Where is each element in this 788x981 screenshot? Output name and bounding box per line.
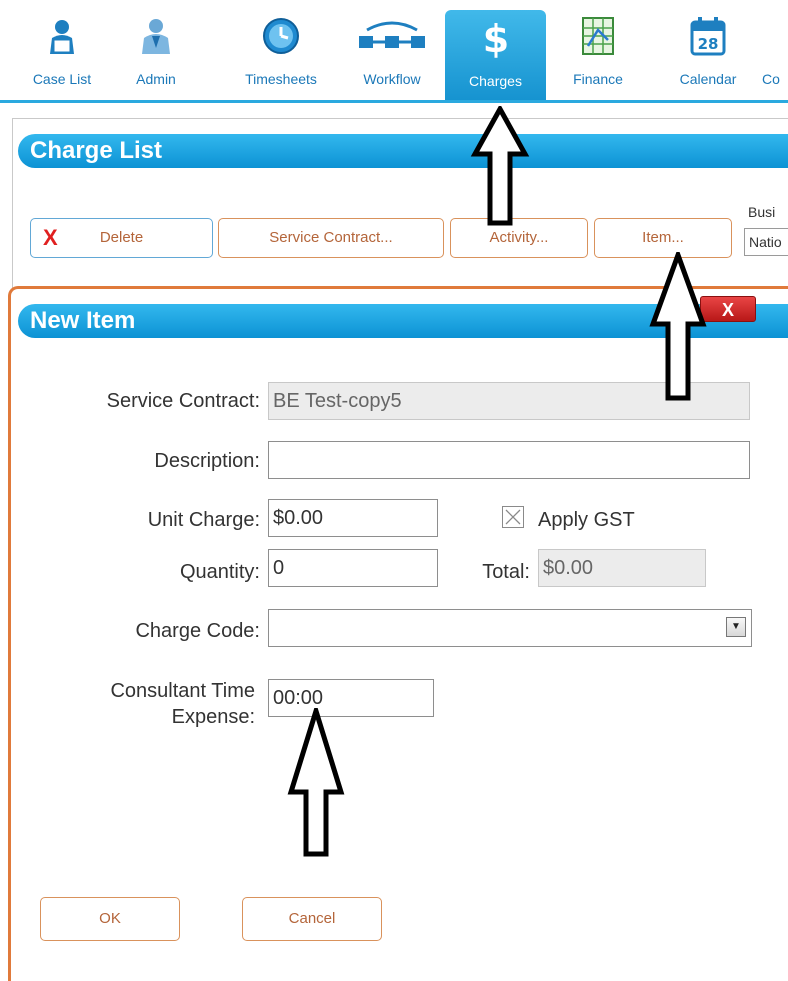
apply-gst-checkbox[interactable]	[502, 506, 524, 528]
nav-calendar[interactable]: 28 Calendar	[660, 8, 756, 98]
ok-button-label: OK	[99, 910, 121, 927]
service-contract-label: Service Contract:	[106, 390, 260, 412]
case-list-icon	[50, 20, 74, 54]
nav-admin[interactable]: Admin	[126, 8, 186, 98]
consultant-time-label-line1: Consultant Time	[110, 680, 255, 702]
business-select[interactable]: Natio	[744, 228, 788, 256]
total-label: Total:	[482, 561, 530, 583]
dollar-icon: $	[482, 18, 508, 58]
description-input[interactable]	[268, 441, 750, 479]
item-button[interactable]: Item...	[594, 218, 732, 258]
charge-list-title: Charge List	[18, 134, 788, 168]
nav-finance-label: Finance	[573, 71, 623, 87]
activity-button[interactable]: Activity...	[450, 218, 588, 258]
nav-case-list[interactable]: Case List	[14, 8, 110, 98]
nav-case-list-label: Case List	[32, 71, 92, 87]
service-contract-button[interactable]: Service Contract...	[218, 218, 444, 258]
chevron-down-icon[interactable]: ▼	[726, 617, 746, 637]
activity-button-label: Activity...	[489, 229, 549, 246]
service-contract-button-label: Service Contract...	[269, 229, 393, 246]
new-item-title: New Item	[18, 304, 788, 338]
quantity-label: Quantity:	[179, 561, 260, 583]
delete-label: Delete	[99, 229, 144, 246]
nav-co-label: Co	[762, 71, 780, 87]
calendar-icon: 28	[690, 17, 726, 56]
unit-charge-input[interactable]: $0.00	[268, 499, 438, 537]
nav-workflow[interactable]: Workflow	[346, 8, 438, 98]
item-button-label: Item...	[642, 229, 684, 246]
cancel-button-label: Cancel	[288, 910, 336, 927]
unit-charge-label: Unit Charge:	[147, 509, 260, 531]
close-button[interactable]: X	[700, 296, 756, 322]
nav-charges-label: Charges	[469, 73, 522, 89]
clock-icon	[263, 18, 299, 54]
top-navigation: Case List Admin Timesheets Workflow $ Ch…	[0, 0, 788, 103]
svg-text:28: 28	[698, 35, 719, 53]
nav-finance[interactable]: Finance	[554, 8, 642, 98]
delete-x-icon: X	[43, 225, 58, 250]
cancel-button[interactable]: Cancel	[242, 897, 382, 941]
ok-button[interactable]: OK	[40, 897, 180, 941]
nav-admin-label: Admin	[136, 71, 176, 87]
consultant-time-input[interactable]: 00:00	[268, 679, 434, 717]
nav-workflow-label: Workflow	[363, 71, 421, 87]
consultant-time-label-line2: Expense:	[171, 706, 255, 728]
nav-calendar-label: Calendar	[679, 71, 737, 87]
description-label: Description:	[154, 450, 260, 472]
workflow-icon	[359, 21, 425, 48]
nav-co[interactable]: Co	[762, 8, 788, 98]
quantity-input[interactable]: 0	[268, 549, 438, 587]
charge-code-select[interactable]	[268, 609, 752, 647]
total-field: $0.00	[538, 549, 706, 587]
delete-button[interactable]: X Delete	[30, 218, 213, 258]
business-label: Busi	[748, 204, 776, 220]
nav-timesheets[interactable]: Timesheets	[226, 8, 336, 98]
nav-charges[interactable]: $ Charges	[445, 10, 546, 100]
checkbox-x-icon	[505, 509, 521, 525]
nav-timesheets-label: Timesheets	[245, 71, 317, 87]
service-contract-field: BE Test-copy5	[268, 382, 750, 420]
apply-gst-label: Apply GST	[538, 509, 635, 531]
svg-text:$: $	[482, 18, 508, 58]
admin-icon	[142, 19, 170, 54]
charge-code-label: Charge Code:	[135, 620, 260, 642]
spreadsheet-icon	[582, 17, 614, 55]
